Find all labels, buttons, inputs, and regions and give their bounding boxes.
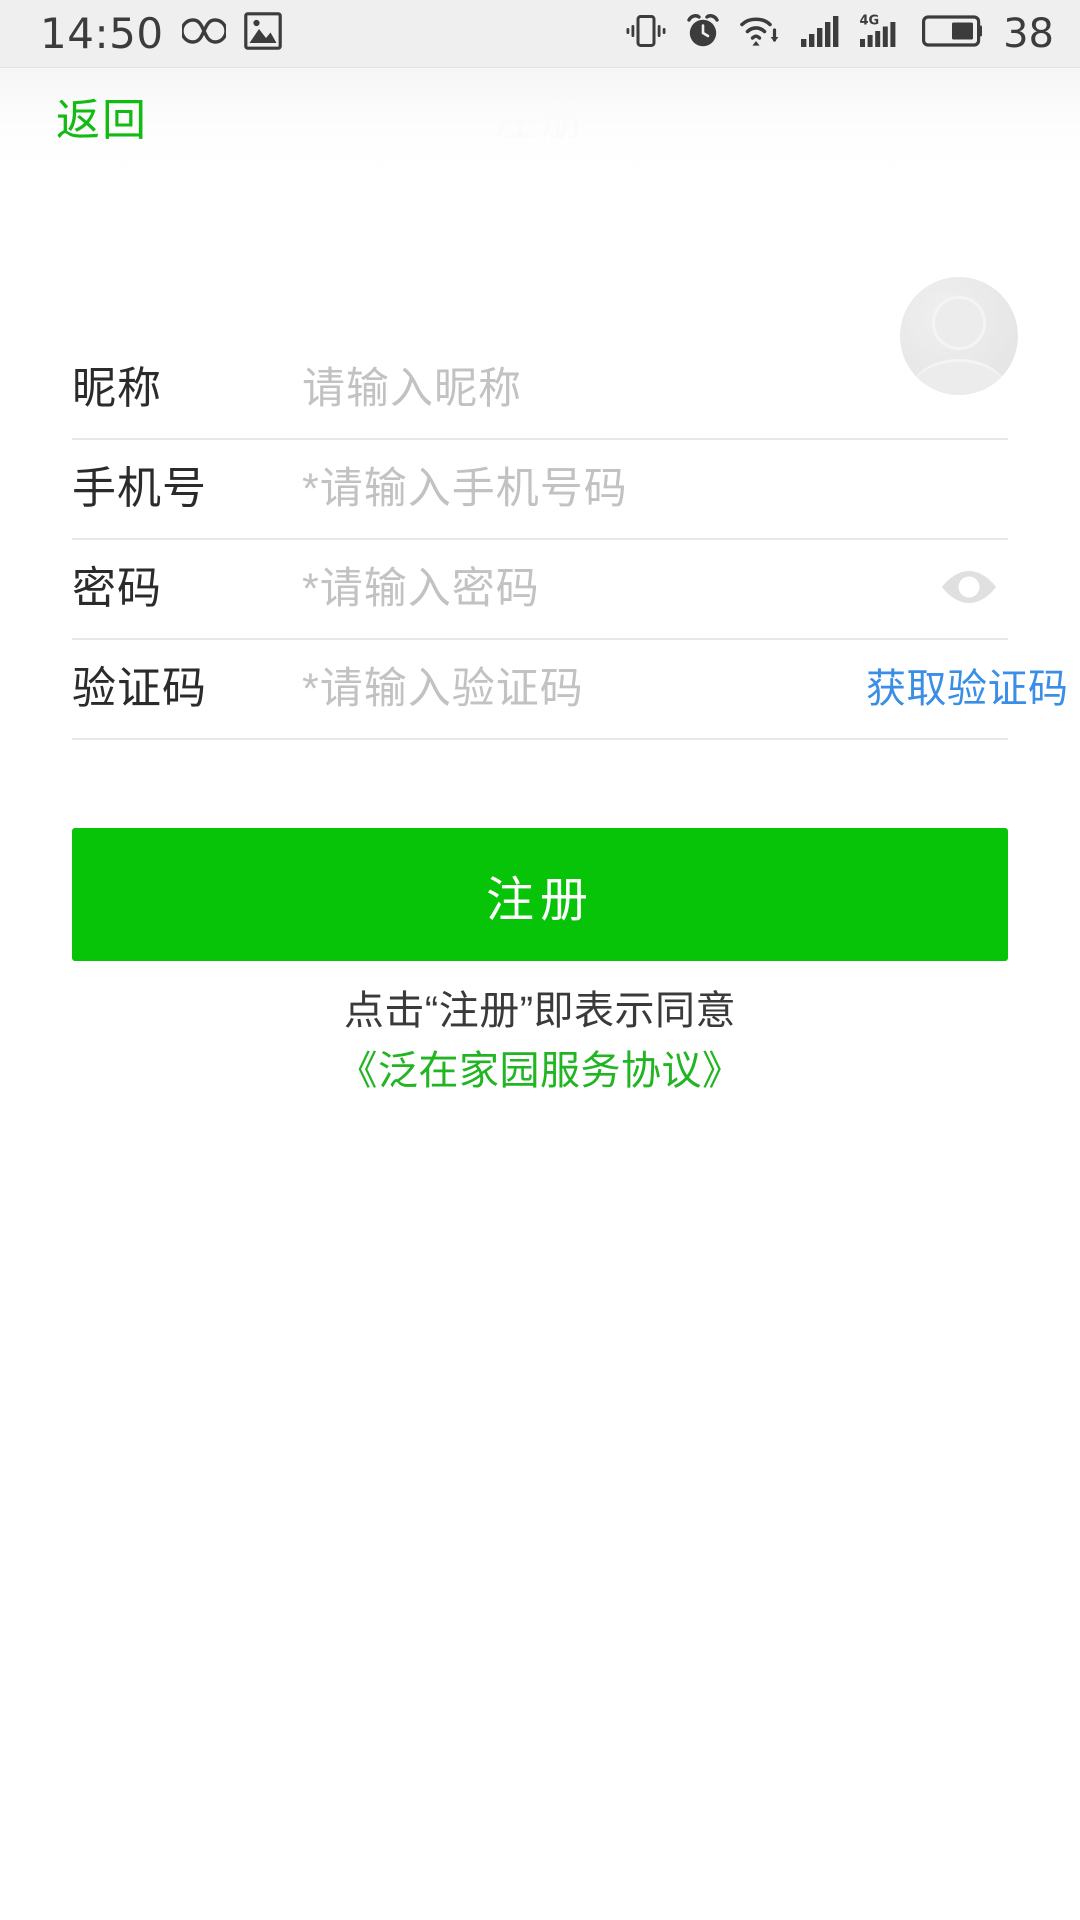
field-row-nickname: 昵称 <box>72 340 1008 440</box>
page-title: 注册 <box>492 95 588 145</box>
nickname-label: 昵称 <box>72 364 162 413</box>
status-bar-right: 4G 38 <box>625 12 1054 55</box>
vibrate-icon <box>625 12 667 55</box>
svg-text:4G: 4G <box>860 14 880 29</box>
field-row-password: 密码 <box>72 540 1008 640</box>
status-bar-clock: 14:50 <box>40 8 164 58</box>
wifi-download-icon <box>739 12 783 55</box>
field-row-phone: 手机号 <box>72 440 1008 540</box>
avatar-body-shape <box>910 359 1008 395</box>
nickname-input[interactable] <box>302 364 1008 414</box>
signal-bars-icon <box>800 12 842 55</box>
app-header: 返回 注册 <box>0 68 1080 173</box>
avatar-placeholder[interactable] <box>900 277 1018 395</box>
register-form: 昵称 手机号 密码 验证码 获取验证码 <box>0 277 1080 740</box>
phone-input[interactable] <box>302 464 1008 514</box>
signal-4g-icon: 4G <box>859 12 905 55</box>
agreement-notice: 点击“注册”即表示同意 <box>343 989 737 1033</box>
register-button[interactable]: 注册 <box>72 828 1008 961</box>
password-label: 密码 <box>72 564 162 613</box>
submit-section: 注册 点击“注册”即表示同意 《泛在家园服务协议》 <box>0 828 1080 1098</box>
verification-code-label: 验证码 <box>72 664 207 713</box>
battery-percent: 38 <box>1003 10 1054 57</box>
avatar-head-shape <box>932 296 986 350</box>
verification-code-input[interactable] <box>302 664 856 714</box>
status-bar: 14:50 4G 38 <box>0 0 1080 68</box>
field-row-verification-code: 验证码 获取验证码 <box>72 640 1068 740</box>
image-icon <box>243 12 282 55</box>
toggle-password-visibility-button[interactable] <box>934 554 1004 624</box>
service-agreement-link[interactable]: 《泛在家园服务协议》 <box>338 1045 743 1099</box>
back-button[interactable]: 返回 <box>56 98 148 143</box>
infinity-icon <box>179 16 228 51</box>
get-verification-code-button[interactable]: 获取验证码 <box>856 669 1069 709</box>
eye-icon <box>938 567 1000 612</box>
phone-label: 手机号 <box>72 464 207 513</box>
alarm-clock-icon <box>684 12 722 55</box>
status-bar-left: 14:50 <box>40 12 282 55</box>
password-input[interactable] <box>302 564 934 614</box>
agreement-text: 点击“注册”即表示同意 《泛在家园服务协议》 <box>72 985 1008 1098</box>
battery-icon <box>922 14 983 53</box>
